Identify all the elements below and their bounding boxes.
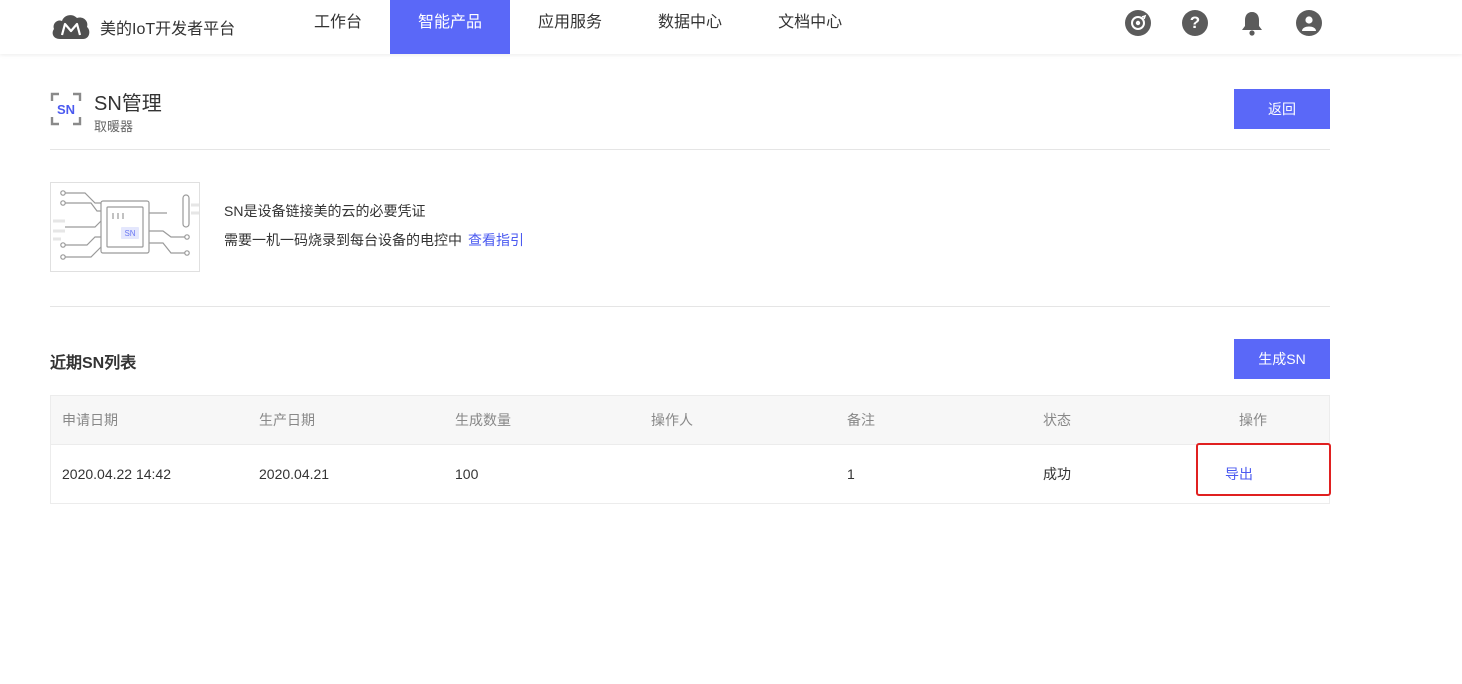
help-icon[interactable]: ? [1182, 10, 1208, 36]
table-row: 2020.04.22 14:42 2020.04.21 100 1 成功 导出 [51, 444, 1329, 503]
divider [50, 306, 1330, 307]
cell-status: 成功 [1043, 466, 1071, 482]
table-header: 申请日期 生产日期 生成数量 操作人 备注 状态 操作 [51, 396, 1329, 444]
info-line-2-text: 需要一机一码烧录到每台设备的电控中 [224, 232, 462, 248]
cell-apply-date: 2020.04.22 14:42 [62, 466, 171, 482]
svg-text:SN: SN [57, 102, 75, 117]
top-nav-bar: 美的IoT开发者平台 工作台 智能产品 应用服务 数据中心 文档中心 ? [0, 0, 1462, 54]
sn-icon: SN [50, 92, 82, 126]
cell-action: 导出 [1225, 445, 1329, 503]
column-header-status: 状态 [1043, 412, 1071, 428]
page-title: SN管理 [94, 93, 162, 115]
nav-item-app-services[interactable]: 应用服务 [514, 0, 626, 54]
svg-text:SN: SN [124, 229, 135, 238]
sn-table: 申请日期 生产日期 生成数量 操作人 备注 状态 操作 2020.04.22 1… [50, 395, 1330, 504]
cell-production-date: 2020.04.21 [259, 466, 330, 482]
main-nav: 工作台 智能产品 应用服务 数据中心 文档中心 [290, 0, 866, 54]
nav-item-docs-center[interactable]: 文档中心 [754, 0, 866, 54]
cell-remark: 1 [847, 466, 855, 482]
info-line-1: SN是设备链接美的云的必要凭证 [224, 203, 426, 219]
divider [50, 149, 1330, 150]
back-button[interactable]: 返回 [1234, 89, 1330, 129]
column-header-quantity: 生成数量 [455, 412, 511, 428]
view-guide-link[interactable]: 查看指引 [468, 232, 524, 248]
column-header-production-date: 生产日期 [259, 412, 315, 428]
cell-quantity: 100 [455, 466, 479, 482]
column-header-apply-date: 申请日期 [62, 412, 118, 428]
cell-operator [640, 445, 836, 503]
info-line-2: 需要一机一码烧录到每台设备的电控中 查看指引 [224, 230, 524, 250]
user-avatar-icon[interactable] [1296, 10, 1322, 36]
generate-sn-button[interactable]: 生成SN [1234, 339, 1330, 379]
nav-item-workbench[interactable]: 工作台 [290, 0, 386, 54]
chip-illustration: SN [50, 182, 200, 272]
brand-name: 美的IoT开发者平台 [100, 21, 236, 38]
column-header-remark: 备注 [847, 412, 875, 428]
nav-item-data-center[interactable]: 数据中心 [634, 0, 746, 54]
column-header-action: 操作 [1239, 412, 1267, 428]
top-icons: ? [1094, 10, 1322, 36]
nav-item-smart-products[interactable]: 智能产品 [390, 0, 511, 54]
bell-icon[interactable] [1239, 10, 1265, 36]
brand[interactable]: 美的IoT开发者平台 [50, 7, 235, 47]
column-header-operator: 操作人 [651, 412, 693, 428]
target-icon[interactable] [1125, 10, 1151, 36]
export-link[interactable]: 导出 [1225, 464, 1253, 484]
page-subtitle: 取暖器 [94, 119, 134, 134]
list-title: 近期SN列表 [50, 355, 137, 372]
cloud-m-logo-icon [52, 15, 90, 39]
